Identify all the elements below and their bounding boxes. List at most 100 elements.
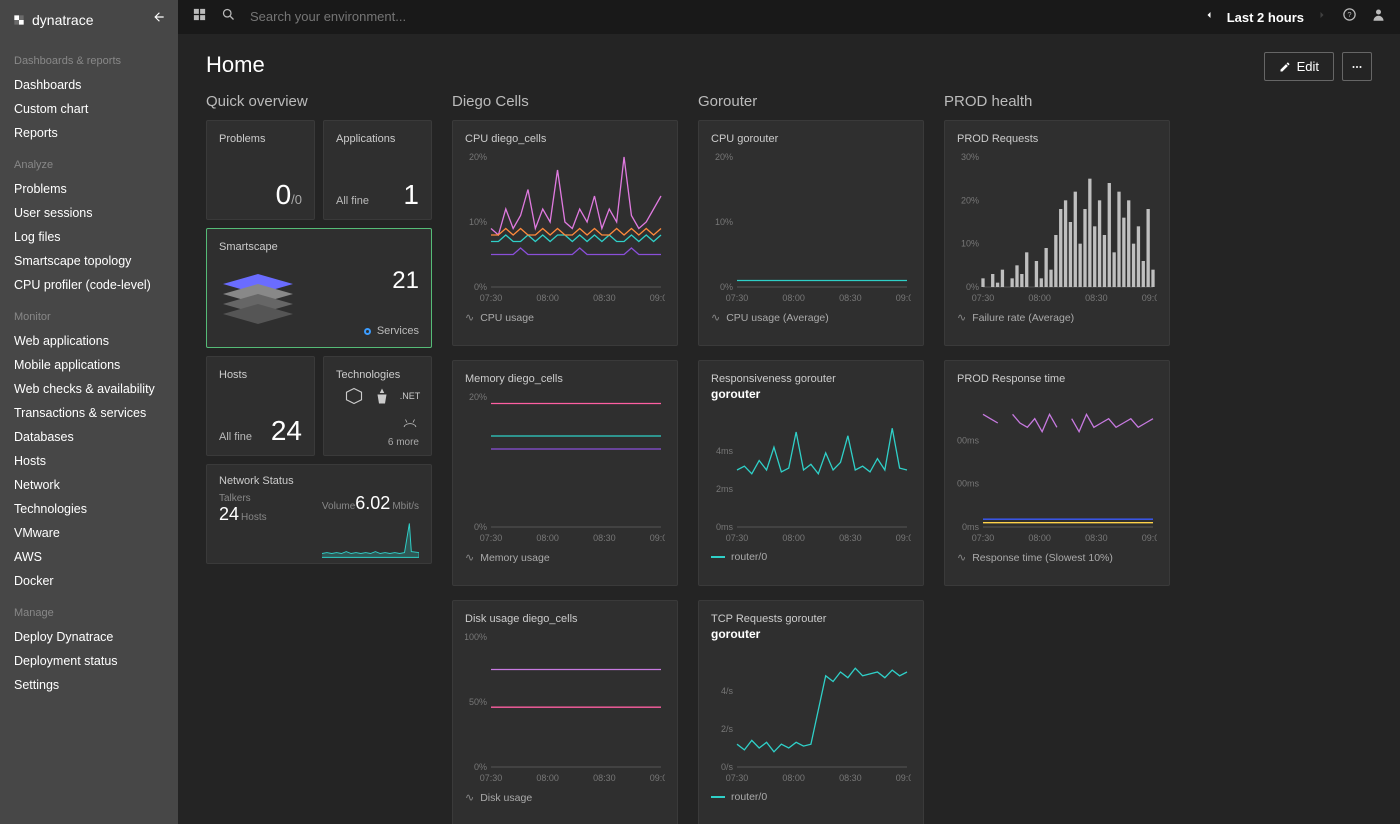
chart-title: CPU diego_cells [465,133,665,145]
tile-smartscape[interactable]: Smartscape 21 Services [206,228,432,348]
nav-item[interactable]: Dashboards [0,73,178,97]
svg-text:08:30: 08:30 [839,773,862,783]
edit-label: Edit [1297,59,1319,74]
section-title-quick: Quick overview [206,93,432,110]
grid-menu-button[interactable] [192,7,207,27]
svg-text:4ms: 4ms [716,446,734,456]
tile-mem-diego[interactable]: Memory diego_cells 0%20%07:3008:0008:300… [452,360,678,586]
tile-apps-status: All fine [336,195,369,207]
nav-item[interactable]: Smartscape topology [0,249,178,273]
svg-text:20%: 20% [469,393,487,402]
svg-text:09:00: 09:00 [650,533,665,543]
nav-item[interactable]: AWS [0,545,178,569]
svg-text:20%: 20% [961,195,979,205]
svg-text:20%: 20% [715,153,733,162]
line-icon [465,311,474,324]
chart-title: PROD Response time [957,373,1157,385]
nav-item[interactable]: Problems [0,177,178,201]
nav-heading: Monitor [0,305,178,329]
help-button[interactable]: ? [1342,7,1357,27]
tile-tech-more: 6 more [336,437,419,448]
collapse-sidebar-button[interactable] [152,10,166,29]
svg-text:08:30: 08:30 [593,533,616,543]
svg-text:07:30: 07:30 [480,773,503,783]
section-title-gorouter: Gorouter [698,93,924,110]
nav-item[interactable]: User sessions [0,201,178,225]
nav-item[interactable]: Custom chart [0,97,178,121]
svg-text:08:00: 08:00 [536,773,559,783]
nav-item[interactable]: Databases [0,425,178,449]
nav-item[interactable]: CPU profiler (code-level) [0,273,178,297]
svg-text:0ms: 0ms [716,522,734,532]
nav-item[interactable]: Deploy Dynatrace [0,625,178,649]
user-menu-button[interactable] [1371,7,1386,27]
svg-text:07:30: 07:30 [726,533,749,543]
svg-text:20%: 20% [469,153,487,162]
arrow-left-icon [152,10,166,24]
nav-item[interactable]: VMware [0,521,178,545]
svg-text:08:30: 08:30 [1085,293,1108,303]
time-next-button[interactable] [1316,8,1328,26]
more-actions-button[interactable] [1342,52,1372,81]
tile-tcp-gorouter[interactable]: TCP Requests gorouter gorouter 0/s2/s4/s… [698,600,924,824]
svg-text:07:30: 07:30 [972,293,995,303]
tile-disk-diego[interactable]: Disk usage diego_cells 0%50%100%07:3008:… [452,600,678,824]
brand[interactable]: dynatrace [12,12,93,28]
svg-text:09:00: 09:00 [896,293,911,303]
nav-item[interactable]: Network [0,473,178,497]
nav-item[interactable]: Mobile applications [0,353,178,377]
tile-prod-requests[interactable]: PROD Requests 0%10%20%30%07:3008:0008:30… [944,120,1170,346]
svg-text:100ms: 100ms [957,479,979,489]
column-diego-cells: Diego Cells CPU diego_cells 0%10%20%07:3… [452,93,678,824]
svg-text:10%: 10% [961,239,979,249]
svg-text:08:00: 08:00 [782,533,805,543]
line-icon [957,551,966,564]
chevron-right-icon [1316,9,1328,21]
nav-item[interactable]: Log files [0,225,178,249]
nav-item[interactable]: Settings [0,673,178,697]
nav-item[interactable]: Hosts [0,449,178,473]
tile-cpu-gorouter[interactable]: CPU gorouter 0%10%20%07:3008:0008:3009:0… [698,120,924,346]
tile-problems[interactable]: Problems 0/0 [206,120,315,220]
svg-text:09:00: 09:00 [1142,293,1157,303]
line-icon [957,311,966,324]
tile-technologies[interactable]: Technologies .NET 6 more [323,356,432,456]
svg-text:?: ? [1347,10,1351,19]
svg-text:10%: 10% [469,217,487,227]
nav-item[interactable]: Reports [0,121,178,145]
tile-tech-label: Technologies [336,369,419,381]
svg-text:07:30: 07:30 [480,293,503,303]
svg-text:50%: 50% [469,697,487,707]
chart-subtitle: gorouter [711,387,911,401]
tile-cpu-diego[interactable]: CPU diego_cells 0%10%20%07:3008:0008:300… [452,120,678,346]
nav-item[interactable]: Web applications [0,329,178,353]
svg-text:4/s: 4/s [721,686,734,696]
svg-text:08:00: 08:00 [1028,293,1051,303]
tile-resp-gorouter[interactable]: Responsiveness gorouter gorouter 0ms2ms4… [698,360,924,586]
brand-name: dynatrace [32,12,93,28]
svg-text:09:00: 09:00 [1142,533,1157,543]
tile-applications[interactable]: Applications All fine 1 [323,120,432,220]
timeframe-selector[interactable]: Last 2 hours [1227,10,1304,25]
search-input[interactable] [250,9,550,24]
section-title-prod: PROD health [944,93,1170,110]
nav-item[interactable]: Docker [0,569,178,593]
status-dot-icon [364,328,371,335]
search-button[interactable] [221,7,236,27]
tile-hosts[interactable]: Hosts All fine 24 [206,356,315,456]
svg-text:0%: 0% [474,762,487,772]
nav-item[interactable]: Deployment status [0,649,178,673]
nav-item[interactable]: Transactions & services [0,401,178,425]
edit-button[interactable]: Edit [1264,52,1334,81]
network-sparkline [322,518,419,558]
time-prev-button[interactable] [1203,8,1215,26]
nav-item[interactable]: Technologies [0,497,178,521]
tile-network-label: Network Status [219,475,419,487]
tile-prod-response[interactable]: PROD Response time 0ms100ms200ms07:3008:… [944,360,1170,586]
nav-heading: Analyze [0,153,178,177]
legend-swatch [711,556,725,558]
topbar: Last 2 hours ? [178,0,1400,34]
nav-item[interactable]: Web checks & availability [0,377,178,401]
legend-swatch [711,796,725,798]
tile-network-status[interactable]: Network Status Talkers 24Hosts Volume 6 [206,464,432,564]
